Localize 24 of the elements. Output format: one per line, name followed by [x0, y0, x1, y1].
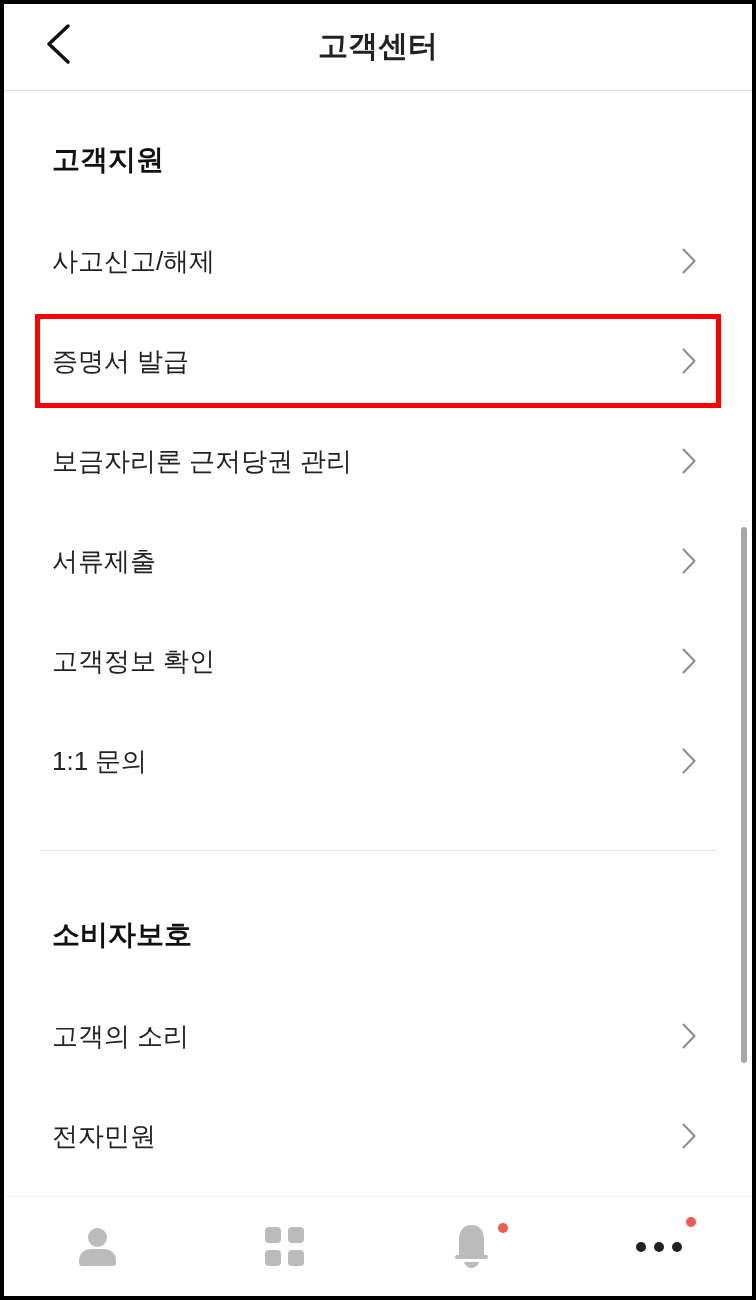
section-heading: 소비자보호	[52, 920, 192, 950]
menu-item[interactable]: 보금자리론 근저당권 관리	[35, 414, 721, 508]
person-icon	[79, 1227, 116, 1266]
chevron-right-icon	[682, 648, 696, 674]
more-dots-icon	[635, 1241, 682, 1252]
menu-item[interactable]: 사고신고/해제	[35, 214, 721, 308]
menu-item[interactable]: 고객의 소리	[35, 989, 721, 1083]
section-heading: 고객지원	[52, 145, 164, 175]
menu-item[interactable]: 전자민원	[35, 1089, 721, 1183]
scrollbar-thumb[interactable]	[741, 527, 747, 1063]
menu-item[interactable]: 서류제출	[35, 514, 721, 608]
chevron-right-icon	[682, 1123, 696, 1149]
chevron-right-icon	[682, 548, 696, 574]
chevron-right-icon	[682, 1023, 696, 1049]
grid-icon	[265, 1227, 304, 1266]
chevron-right-icon	[682, 448, 696, 474]
menu-item[interactable]: 고객정보 확인	[35, 614, 721, 708]
chevron-right-icon	[682, 748, 696, 774]
page-title: 고객센터	[318, 28, 438, 64]
chevron-right-icon	[682, 348, 696, 374]
bell-icon	[455, 1225, 488, 1268]
menu-item[interactable]: 증명서 발급	[35, 314, 721, 408]
chevron-right-icon	[682, 248, 696, 274]
menu-item[interactable]: 1:1 문의	[35, 714, 721, 808]
